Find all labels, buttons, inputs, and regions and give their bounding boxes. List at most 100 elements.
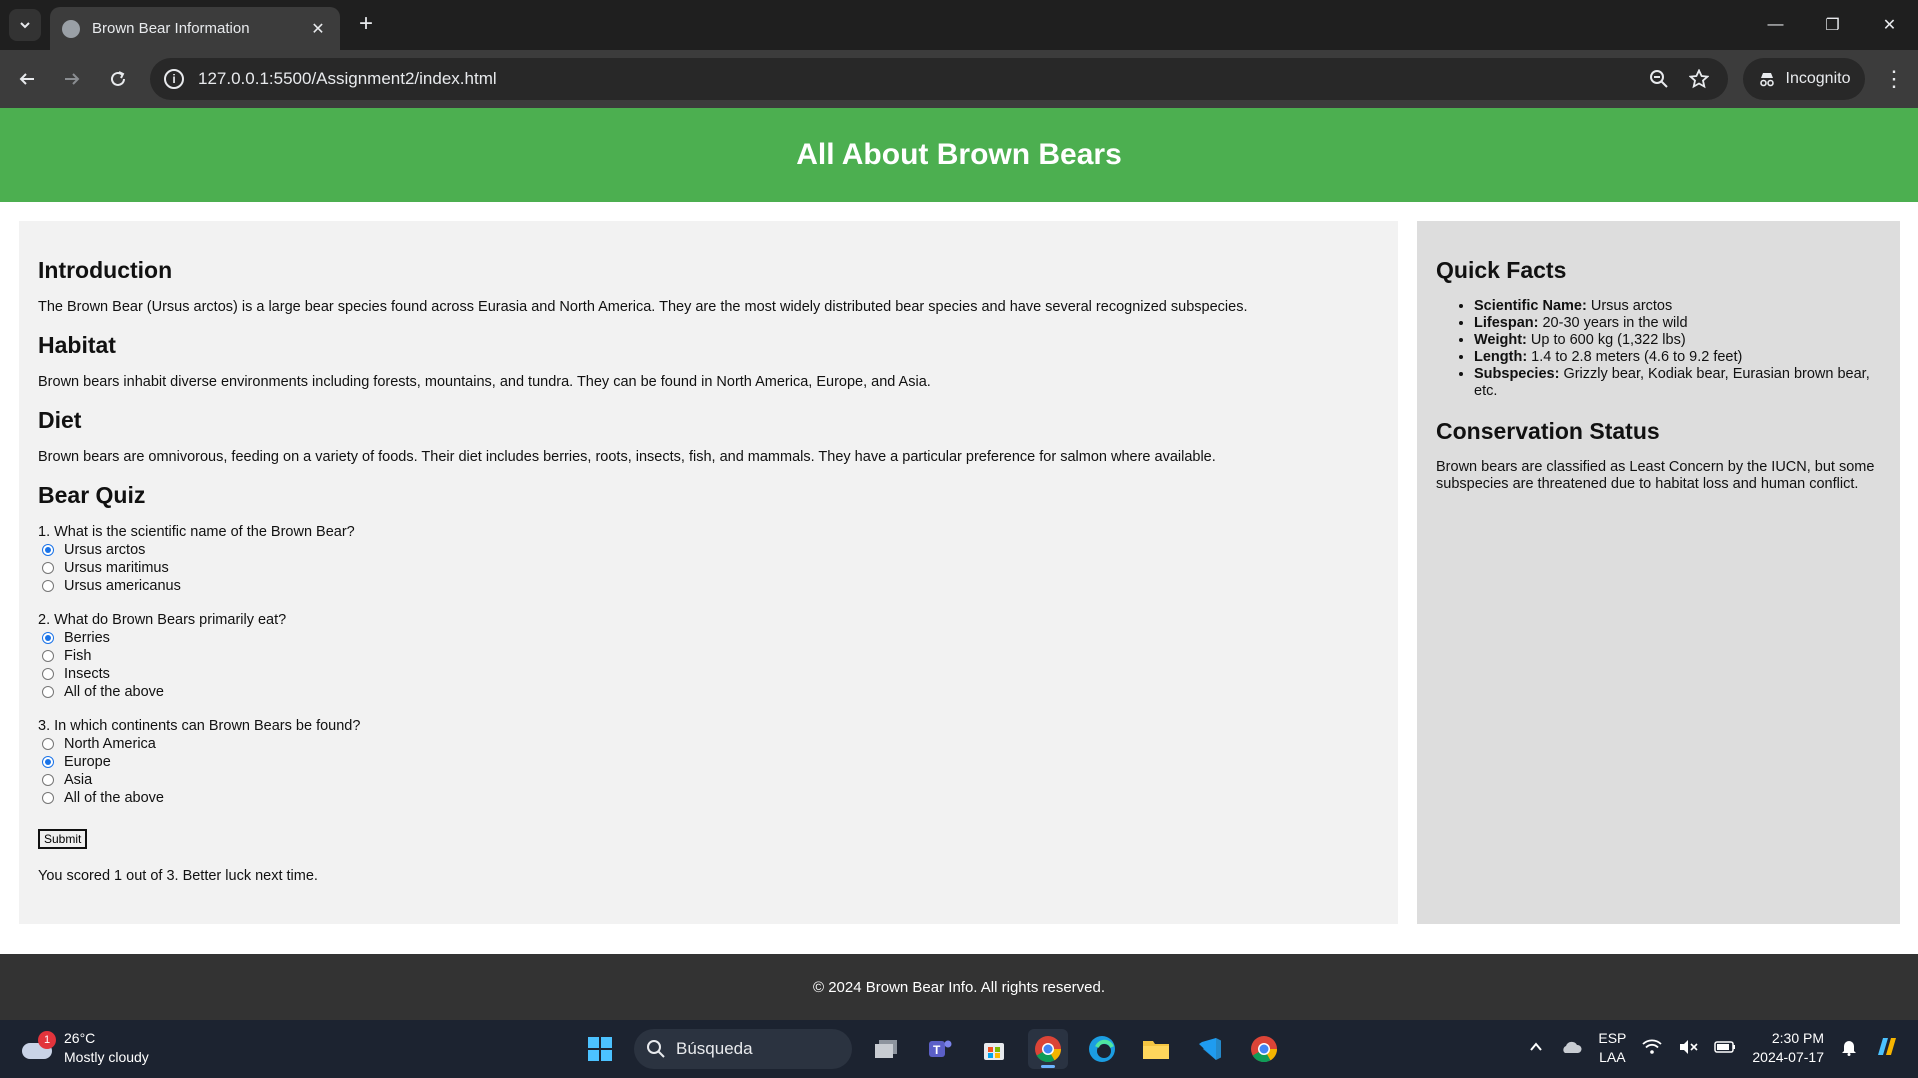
page-footer: © 2024 Brown Bear Info. All rights reser…: [0, 954, 1918, 1020]
vscode-app[interactable]: [1190, 1029, 1230, 1069]
weather-widget[interactable]: 1 26°C Mostly cloudy: [20, 1029, 149, 1067]
quiz-option[interactable]: All of the above: [38, 683, 1379, 701]
section-heading: Introduction: [38, 257, 173, 283]
radio-button[interactable]: [42, 632, 54, 644]
volume-muted-icon[interactable]: [1678, 1039, 1698, 1058]
chrome-app-secondary[interactable]: [1244, 1029, 1284, 1069]
section-text: Brown bears are omnivorous, feeding on a…: [38, 449, 1216, 465]
reload-icon: [111, 71, 125, 86]
radio-button[interactable]: [42, 686, 54, 698]
option-label[interactable]: Europe: [64, 753, 111, 771]
edge-icon: [1089, 1036, 1115, 1062]
start-button[interactable]: [580, 1029, 620, 1069]
sidebar: Quick Facts Scientific Name: Ursus arcto…: [1417, 221, 1900, 924]
edge-app[interactable]: [1082, 1029, 1122, 1069]
tab-close-icon[interactable]: ✕: [308, 19, 328, 39]
quiz-option[interactable]: Europe: [38, 753, 1379, 771]
file-explorer-app[interactable]: [1136, 1029, 1176, 1069]
language-indicator[interactable]: ESP LAA: [1598, 1029, 1626, 1067]
tab-search-button[interactable]: [9, 9, 41, 41]
radio-button[interactable]: [42, 792, 54, 804]
option-label[interactable]: Ursus arctos: [64, 541, 145, 559]
radio-button[interactable]: [42, 580, 54, 592]
section-text: The Brown Bear (Ursus arctos) is a large…: [38, 299, 1248, 315]
radio-button[interactable]: [42, 668, 54, 680]
chevron-up-icon[interactable]: [1528, 1039, 1544, 1058]
browser-menu-button[interactable]: ⋮: [1880, 64, 1908, 94]
quiz-option[interactable]: North America: [38, 735, 1379, 753]
task-view-button[interactable]: [866, 1029, 906, 1069]
section-habitat: Habitat Brown bears inhabit diverse envi…: [38, 332, 1379, 391]
radio-button[interactable]: [42, 756, 54, 768]
quiz-option[interactable]: Berries: [38, 629, 1379, 647]
restore-button[interactable]: ❐: [1804, 0, 1861, 50]
battery-icon[interactable]: [1714, 1040, 1736, 1057]
teams-app[interactable]: T: [920, 1029, 960, 1069]
taskbar-search[interactable]: Búsqueda: [634, 1029, 852, 1069]
new-tab-button[interactable]: +: [352, 10, 380, 38]
tab-title: Brown Bear Information: [92, 20, 250, 37]
option-label[interactable]: All of the above: [64, 789, 164, 807]
search-icon: [647, 1040, 665, 1058]
option-label[interactable]: Ursus americanus: [64, 577, 181, 595]
system-tray: ESP LAA 2:30 PM 2024-07-17: [1528, 1029, 1900, 1067]
minimize-button[interactable]: —: [1747, 0, 1804, 50]
quiz-option[interactable]: All of the above: [38, 789, 1379, 807]
reload-button[interactable]: [103, 64, 133, 94]
incognito-indicator[interactable]: Incognito: [1743, 58, 1865, 100]
option-label[interactable]: Asia: [64, 771, 92, 789]
radio-button[interactable]: [42, 544, 54, 556]
submit-button[interactable]: Submit: [38, 829, 88, 849]
radio-button[interactable]: [42, 650, 54, 662]
task-view-icon: [875, 1040, 897, 1058]
option-label[interactable]: Berries: [64, 629, 110, 647]
radio-button[interactable]: [42, 738, 54, 750]
onedrive-icon[interactable]: [1560, 1039, 1582, 1058]
radio-button[interactable]: [42, 774, 54, 786]
notification-bell-icon[interactable]: [1840, 1038, 1858, 1059]
arrow-right-icon: [65, 73, 80, 85]
page-title: All About Brown Bears: [796, 138, 1122, 171]
radio-button[interactable]: [42, 562, 54, 574]
quiz-section: Bear Quiz 1. What is the scientific name…: [38, 482, 1379, 885]
address-bar[interactable]: i 127.0.0.1:5500/Assignment2/index.html: [150, 58, 1728, 100]
section-text: Brown bears inhabit diverse environments…: [38, 374, 931, 390]
section-diet: Diet Brown bears are omnivorous, feeding…: [38, 407, 1379, 466]
fact-label: Scientific Name:: [1474, 298, 1587, 314]
copilot-icon[interactable]: [1874, 1035, 1900, 1062]
quiz-option[interactable]: Insects: [38, 665, 1379, 683]
option-label[interactable]: Fish: [64, 647, 91, 665]
teams-icon: T: [929, 1040, 952, 1057]
site-info-icon[interactable]: i: [164, 69, 184, 89]
quiz-option[interactable]: Ursus arctos: [38, 541, 1379, 559]
fact-item: Lifespan: 20-30 years in the wild: [1474, 315, 1881, 332]
browser-tab-active[interactable]: Brown Bear Information ✕: [50, 7, 340, 50]
zoom-icon[interactable]: [1644, 64, 1674, 94]
chrome-app[interactable]: [1028, 1029, 1068, 1069]
store-app[interactable]: [974, 1029, 1014, 1069]
option-label[interactable]: North America: [64, 735, 156, 753]
url-text[interactable]: 127.0.0.1:5500/Assignment2/index.html: [198, 69, 1634, 89]
close-window-button[interactable]: ✕: [1861, 0, 1918, 50]
quiz-option[interactable]: Fish: [38, 647, 1379, 665]
option-label[interactable]: All of the above: [64, 683, 164, 701]
back-button[interactable]: [12, 64, 42, 94]
option-label[interactable]: Ursus maritimus: [64, 559, 169, 577]
quick-facts-list: Scientific Name: Ursus arctos Lifespan: …: [1436, 298, 1881, 400]
quiz-option[interactable]: Ursus maritimus: [38, 559, 1379, 577]
fact-label: Subspecies:: [1474, 366, 1560, 382]
quiz-option[interactable]: Asia: [38, 771, 1379, 789]
wifi-icon[interactable]: [1642, 1039, 1662, 1058]
keyboard-layout: LAA: [1599, 1049, 1626, 1065]
option-label[interactable]: Insects: [64, 665, 110, 683]
conservation-text: Brown bears are classified as Least Conc…: [1436, 459, 1875, 492]
vscode-icon: [1199, 1038, 1221, 1060]
quiz-result-text: You scored 1 out of 3. Better luck next …: [38, 868, 318, 884]
svg-text:T: T: [933, 1043, 941, 1057]
clock[interactable]: 2:30 PM 2024-07-17: [1752, 1029, 1824, 1067]
quiz-option[interactable]: Ursus americanus: [38, 577, 1379, 595]
fact-value: 20-30 years in the wild: [1538, 315, 1688, 331]
question-label: 1. What is the scientific name of the Br…: [38, 524, 355, 540]
bookmark-star-icon[interactable]: [1684, 64, 1714, 94]
forward-button[interactable]: [57, 64, 87, 94]
